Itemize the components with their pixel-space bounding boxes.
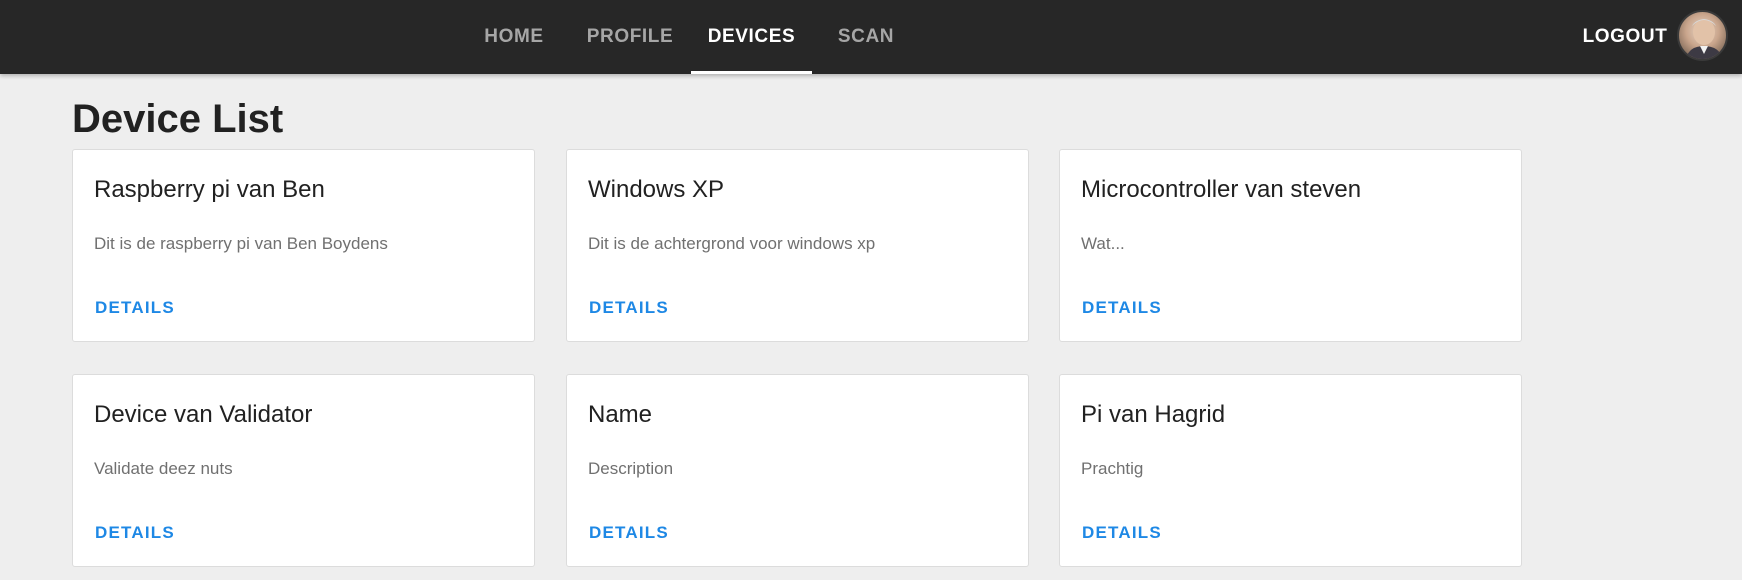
device-description: Prachtig — [1081, 459, 1144, 478]
details-button[interactable]: DETAILS — [95, 298, 175, 318]
tab-scan-label: SCAN — [837, 26, 895, 47]
device-name: Device van Validator — [94, 401, 313, 428]
device-description: Description — [588, 459, 674, 478]
logout-button[interactable]: LOGOUT — [1570, 0, 1680, 74]
details-button[interactable]: DETAILS — [589, 523, 669, 543]
device-card: Windows XP Dit is de achtergrond voor wi… — [566, 149, 1029, 342]
tab-home[interactable]: HOME — [468, 0, 560, 74]
device-card: Pi van Hagrid Prachtig DETAILS — [1059, 374, 1522, 567]
details-button[interactable]: DETAILS — [589, 298, 669, 318]
tab-home-label: HOME — [484, 26, 544, 47]
top-app-bar: HOME PROFILE DEVICES SCAN LOGOUT — [0, 0, 1742, 74]
device-card: Name Description DETAILS — [566, 374, 1029, 567]
active-tab-indicator — [691, 71, 812, 74]
tab-devices-label: DEVICES — [707, 26, 796, 47]
device-name: Windows XP — [588, 176, 725, 203]
device-description: Dit is de raspberry pi van Ben Boydens — [94, 234, 388, 253]
device-name: Microcontroller van steven — [1081, 176, 1362, 203]
device-description: Dit is de achtergrond voor windows xp — [588, 234, 876, 253]
details-button[interactable]: DETAILS — [1082, 298, 1162, 318]
page-title: Device List — [72, 97, 284, 141]
details-button[interactable]: DETAILS — [1082, 523, 1162, 543]
device-name: Name — [588, 401, 653, 428]
tab-profile-label: PROFILE — [586, 26, 674, 47]
device-description: Validate deez nuts — [94, 459, 233, 478]
tab-scan[interactable]: SCAN — [822, 0, 910, 74]
user-avatar-icon — [1685, 19, 1724, 59]
device-card: Device van Validator Validate deez nuts … — [72, 374, 535, 567]
tab-profile[interactable]: PROFILE — [570, 0, 690, 74]
logout-label: LOGOUT — [1582, 26, 1668, 47]
details-button[interactable]: DETAILS — [95, 523, 175, 543]
device-name: Raspberry pi van Ben — [94, 176, 325, 203]
device-card: Raspberry pi van Ben Dit is de raspberry… — [72, 149, 535, 342]
tab-devices[interactable]: DEVICES — [691, 0, 812, 74]
avatar[interactable] — [1677, 10, 1728, 61]
device-name: Pi van Hagrid — [1081, 401, 1226, 428]
device-description: Wat... — [1081, 234, 1125, 253]
device-card: Microcontroller van steven Wat... DETAIL… — [1059, 149, 1522, 342]
